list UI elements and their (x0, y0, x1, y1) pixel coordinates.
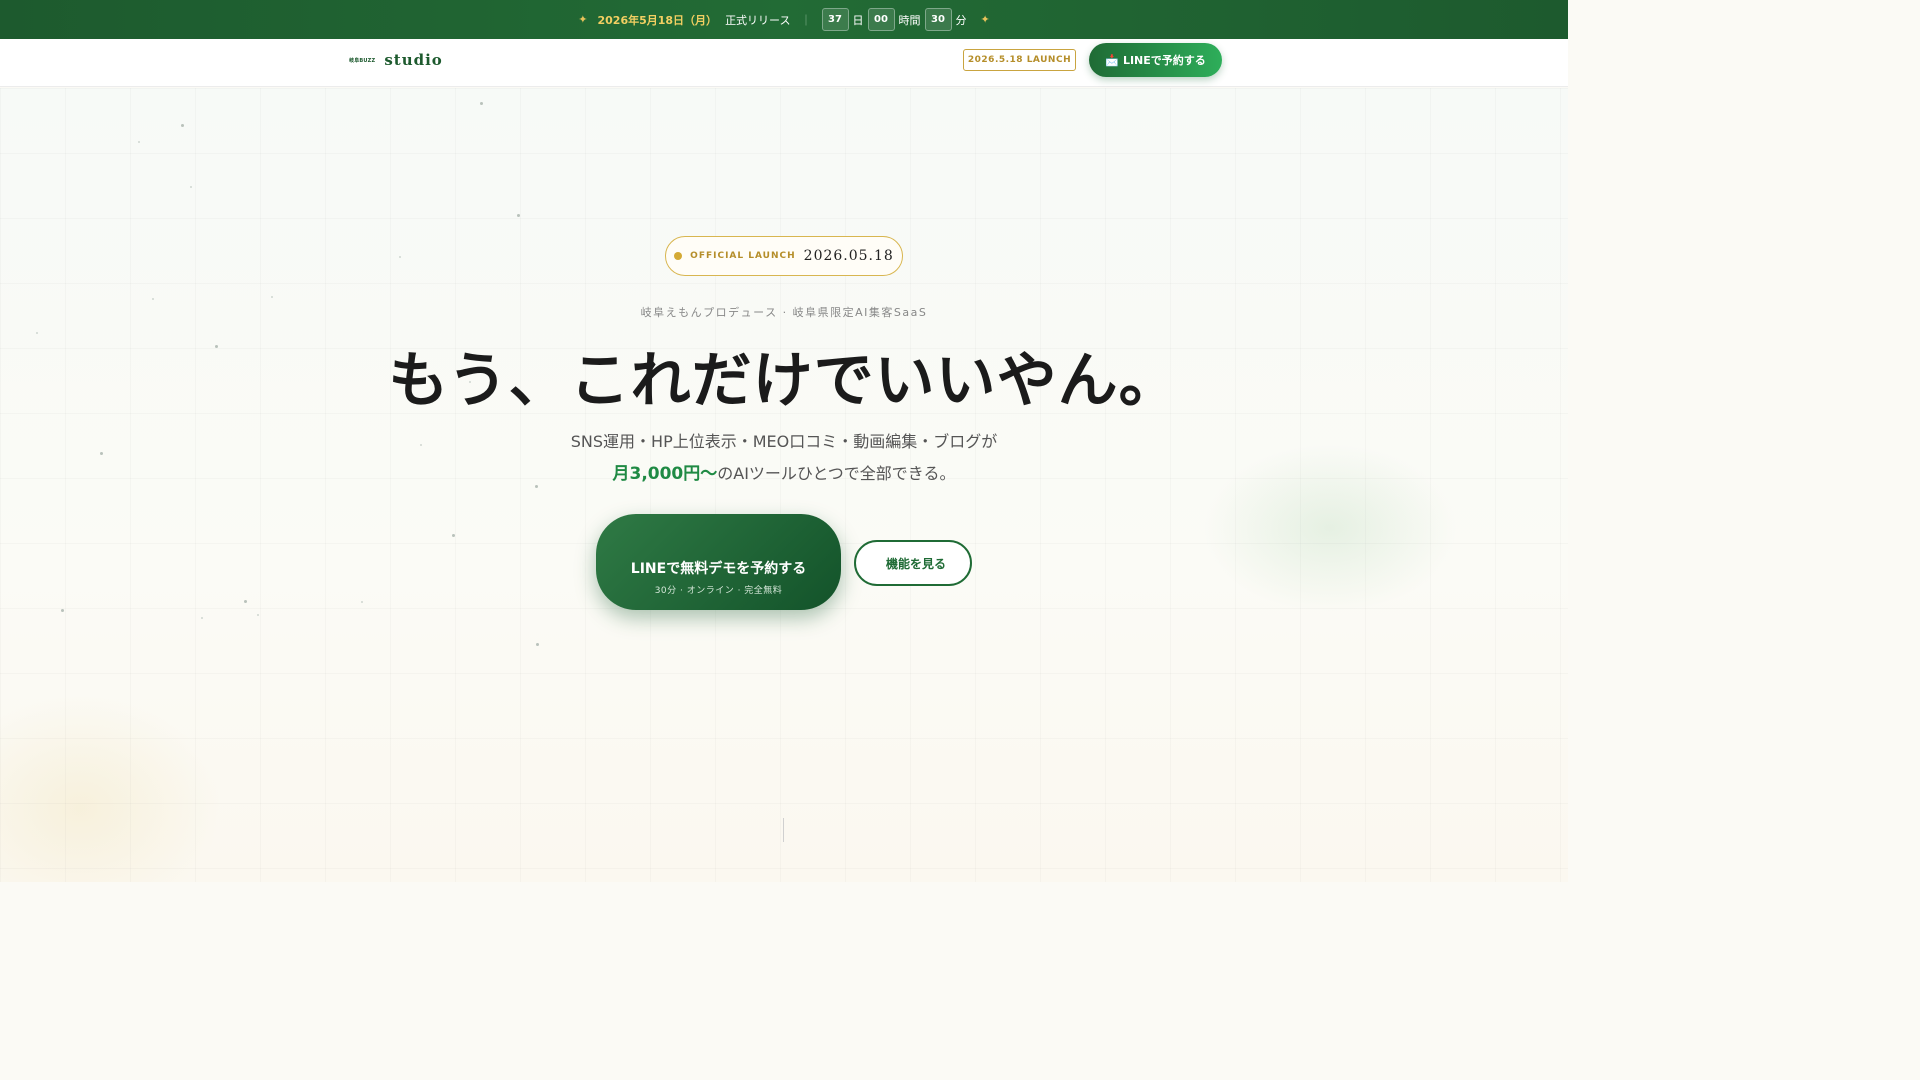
line-free-demo-sublabel: 30分 · オンライン · 完全無料 (654, 586, 783, 596)
particle (452, 534, 455, 537)
logo-text: studio (384, 51, 443, 69)
envelope-icon: 📩 (1105, 53, 1119, 67)
divider: ｜ (800, 13, 812, 27)
particle (190, 186, 192, 188)
line-reserve-button[interactable]: 📩 LINEで予約する (1089, 43, 1222, 77)
countdown-minutes: 30 (924, 8, 952, 31)
particle (152, 298, 154, 300)
particle (536, 643, 539, 646)
price-highlight: 月3,000円〜 (612, 464, 718, 484)
hero-section: OFFICIAL LAUNCH 2026.05.18 岐阜えもんプロデュース ·… (0, 88, 1568, 882)
countdown-days-unit: 日 (852, 13, 864, 27)
hero-subtitle: 岐阜えもんプロデュース · 岐阜県限定AI集客SaaS (640, 306, 928, 319)
countdown-minutes-unit: 分 (955, 13, 967, 27)
countdown-hours: 00 (867, 8, 895, 31)
particle (100, 452, 103, 455)
particle (244, 600, 247, 603)
particle (61, 609, 64, 612)
release-date: 2026年5月18日（月） (597, 13, 718, 27)
sparkle-icon: ✦ (980, 13, 990, 26)
particle (480, 102, 483, 105)
particle (399, 256, 401, 258)
status-dot-icon (674, 252, 683, 260)
particle (257, 614, 259, 616)
line-free-demo-label: LINEで無料デモを予約する (630, 561, 807, 577)
particle (271, 296, 273, 298)
countdown-days: 37 (821, 8, 849, 31)
hero-description-line1: SNS運用・HP上位表示・MEO口コミ・動画編集・ブログが (570, 432, 998, 451)
line-free-demo-button[interactable]: LINEで無料デモを予約する 30分 · オンライン · 完全無料 (596, 514, 841, 610)
background-grid (0, 88, 1568, 882)
hero-description-rest: のAIツールひとつで全部できる。 (717, 464, 956, 483)
view-features-label: 機能を見る (885, 556, 946, 571)
scroll-indicator-line (783, 818, 784, 842)
line-reserve-label: LINEで予約する (1122, 54, 1206, 67)
particle (201, 617, 203, 619)
site-header: 岐阜BUZZ studio 2026.5.18 LAUNCH 📩 LINEで予約… (0, 39, 1568, 87)
logo-mark: 岐阜BUZZ (349, 57, 376, 64)
logo[interactable]: 岐阜BUZZ studio (349, 51, 443, 69)
particle (517, 214, 520, 217)
announcement-bar: ✦ 2026年5月18日（月） 正式リリース ｜ 37 日 00 時間 30 分… (0, 0, 1568, 39)
release-text: 正式リリース (725, 13, 791, 27)
view-features-button[interactable]: 機能を見る (854, 540, 972, 586)
official-launch-label: OFFICIAL LAUNCH (690, 251, 796, 261)
countdown-hours-unit: 時間 (898, 13, 921, 27)
official-launch-date: 2026.05.18 (803, 248, 894, 264)
particle (138, 141, 140, 143)
particle (535, 485, 538, 488)
launch-tag: 2026.5.18 LAUNCH (963, 49, 1076, 71)
official-launch-badge: OFFICIAL LAUNCH 2026.05.18 (665, 236, 903, 276)
particle (361, 601, 363, 603)
hero-headline: もう、これだけでいいやん。 (388, 346, 1180, 416)
particle (181, 124, 184, 127)
sparkle-icon: ✦ (578, 13, 588, 26)
hero-description-line2: 月3,000円〜のAIツールひとつで全部できる。 (0, 459, 1568, 484)
